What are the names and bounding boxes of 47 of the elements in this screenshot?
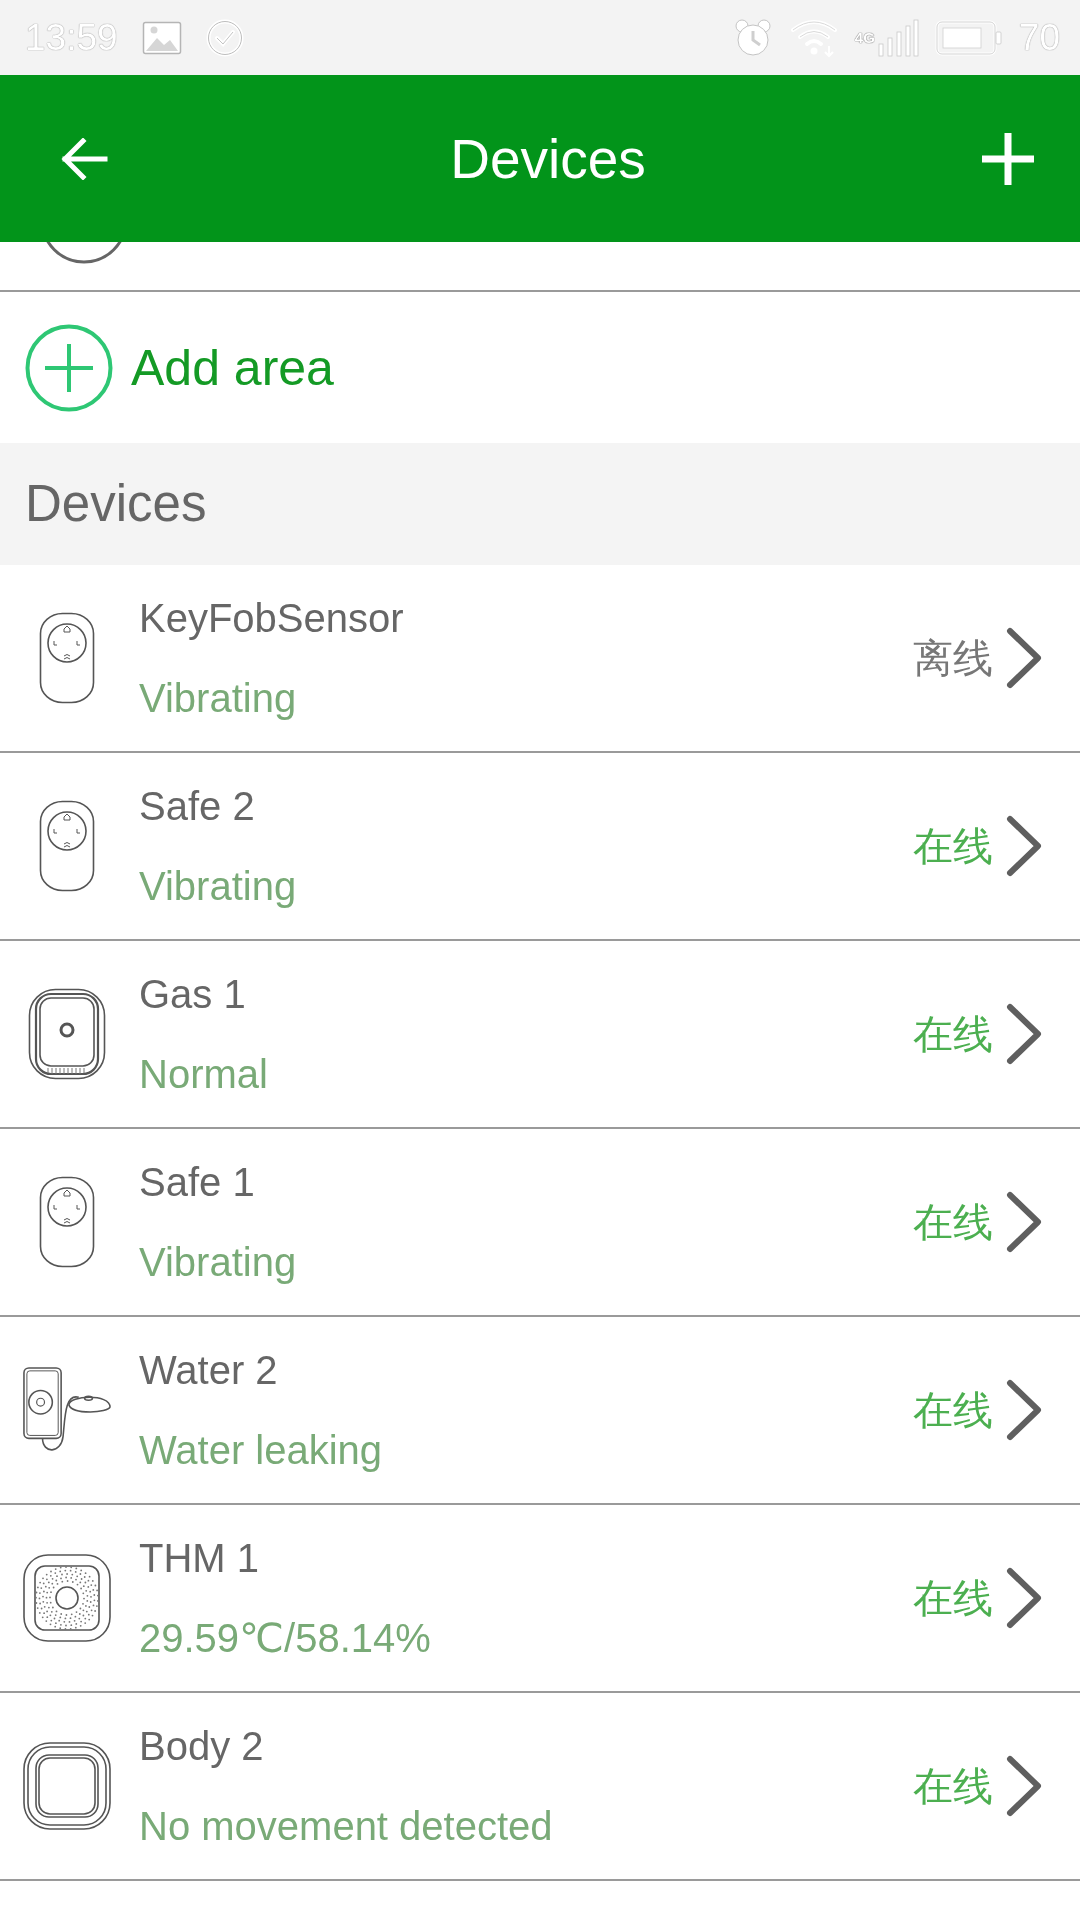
device-name: Water 2: [139, 1347, 278, 1394]
connection-status: 在线: [913, 1387, 993, 1434]
device-name: Safe 2: [139, 783, 255, 830]
chevron-right-icon: [1005, 1379, 1043, 1441]
plus-circle-icon: [25, 323, 113, 412]
wifi-icon: [788, 17, 839, 58]
device-status: Water leaking: [139, 1427, 383, 1474]
chevron-right-icon: [1005, 815, 1043, 877]
chevron-right-icon: [1005, 1191, 1043, 1253]
device-status: Vibrating: [139, 1239, 297, 1286]
back-button[interactable]: [60, 137, 108, 180]
check-circle-icon: [205, 18, 244, 57]
arrow-left-icon: [60, 137, 108, 180]
signal-icon: [876, 17, 919, 58]
chevron-right-icon: [1005, 1003, 1043, 1065]
connection-status: 离线: [913, 635, 993, 682]
add-button[interactable]: [980, 130, 1036, 187]
section-title: Devices: [25, 474, 207, 535]
device-status: 29.59℃/58.14%: [139, 1615, 431, 1662]
device-name: Gas 1: [139, 971, 246, 1018]
device-name: THM 1: [139, 1535, 259, 1582]
connection-status: 在线: [913, 1763, 993, 1810]
device-name: Safe 1: [139, 1159, 255, 1206]
rounded-square-icon: [22, 1741, 112, 1831]
connection-status: 在线: [913, 823, 993, 870]
image-icon: [141, 20, 182, 55]
device-status: Vibrating: [139, 863, 297, 910]
sensor-icon: [22, 1553, 112, 1643]
chevron-right-icon: [1005, 1567, 1043, 1629]
chevron-right-icon: [1005, 1755, 1043, 1817]
remote-icon: [39, 1176, 95, 1268]
device-status: No movement detected: [139, 1803, 553, 1850]
device-name: KeyFobSensor: [139, 595, 404, 642]
header-title: Devices: [450, 126, 646, 192]
chevron-right-icon: [1005, 627, 1043, 689]
alarm-clock-icon: [732, 17, 773, 58]
device-status: Normal: [139, 1051, 268, 1098]
remote-icon: [39, 800, 95, 892]
device-status: Vibrating: [139, 675, 297, 722]
plus-icon: [980, 130, 1036, 187]
device-name: Body 2: [139, 1723, 264, 1770]
connection-status: 在线: [913, 1575, 993, 1622]
connection-status: 在线: [913, 1011, 993, 1058]
battery-icon: [934, 19, 1003, 56]
connection-status: 在线: [913, 1199, 993, 1246]
detector-icon: [28, 988, 106, 1080]
remote-icon: [39, 612, 95, 704]
